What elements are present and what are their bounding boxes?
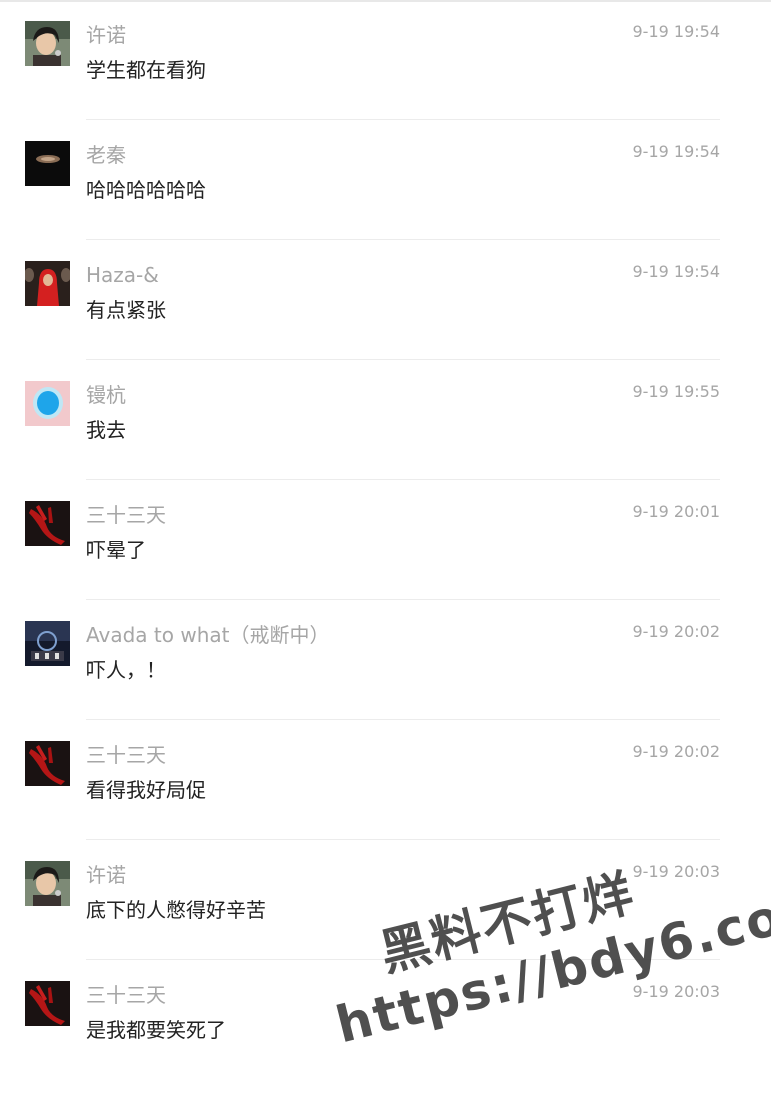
- red-hood-avatar[interactable]: [25, 261, 70, 306]
- comment-text: 吓人，！: [86, 658, 166, 682]
- red-hand-avatar[interactable]: [25, 741, 70, 786]
- comment-item: 三十三天 9-19 20:01 吓晕了: [0, 480, 771, 600]
- comment-text: 有点紧张: [86, 298, 166, 322]
- comment-text: 学生都在看狗: [86, 58, 206, 82]
- comment-item: 老秦 9-19 19:54 哈哈哈哈哈哈: [0, 120, 771, 240]
- comment-username[interactable]: 三十三天: [86, 981, 166, 1009]
- comment-item: 许诺 9-19 20:03 底下的人憋得好辛苦: [0, 840, 771, 960]
- comment-timestamp: 9-19 20:03: [632, 862, 720, 881]
- comment-item: 三十三天 9-19 20:02 看得我好局促: [0, 720, 771, 840]
- red-hand-avatar[interactable]: [25, 501, 70, 546]
- woman-portrait-avatar[interactable]: [25, 861, 70, 906]
- comment-text: 吓晕了: [86, 538, 146, 562]
- comment-list: 许诺 9-19 19:54 学生都在看狗 老秦 9-19 19:54 哈哈哈哈哈…: [0, 0, 771, 1080]
- comment-username[interactable]: 三十三天: [86, 501, 166, 529]
- comment-item: Haza-& 9-19 19:54 有点紧张: [0, 240, 771, 360]
- dark-object-avatar[interactable]: [25, 141, 70, 186]
- comment-text: 哈哈哈哈哈哈: [86, 178, 206, 202]
- comment-username[interactable]: 三十三天: [86, 741, 166, 769]
- comment-timestamp: 9-19 19:54: [632, 142, 720, 161]
- comment-text: 我去: [86, 418, 126, 442]
- comment-item: 三十三天 9-19 20:03 是我都要笑死了: [0, 960, 771, 1080]
- comment-timestamp: 9-19 20:01: [632, 502, 720, 521]
- comment-username[interactable]: 镘杭: [86, 381, 126, 409]
- comment-username[interactable]: 许诺: [86, 21, 126, 49]
- comment-text: 看得我好局促: [86, 778, 206, 802]
- comment-username[interactable]: Haza-&: [86, 261, 159, 289]
- comment-timestamp: 9-19 19:55: [632, 382, 720, 401]
- blue-dot-avatar[interactable]: [25, 381, 70, 426]
- comment-timestamp: 9-19 19:54: [632, 262, 720, 281]
- comment-item: Avada to what（戒断中） 9-19 20:02 吓人，！: [0, 600, 771, 720]
- comment-timestamp: 9-19 20:03: [632, 982, 720, 1001]
- night-scene-avatar[interactable]: [25, 621, 70, 666]
- comment-timestamp: 9-19 19:54: [632, 22, 720, 41]
- red-hand-avatar[interactable]: [25, 981, 70, 1026]
- comment-text: 底下的人憋得好辛苦: [86, 898, 266, 922]
- comment-username[interactable]: 老秦: [86, 141, 126, 169]
- comment-item: 镘杭 9-19 19:55 我去: [0, 360, 771, 480]
- woman-portrait-avatar[interactable]: [25, 21, 70, 66]
- comment-username[interactable]: 许诺: [86, 861, 126, 889]
- comment-text: 是我都要笑死了: [86, 1018, 226, 1042]
- comment-username[interactable]: Avada to what（戒断中）: [86, 621, 329, 649]
- comment-timestamp: 9-19 20:02: [632, 622, 720, 641]
- comment-timestamp: 9-19 20:02: [632, 742, 720, 761]
- comment-item: 许诺 9-19 19:54 学生都在看狗: [0, 0, 771, 120]
